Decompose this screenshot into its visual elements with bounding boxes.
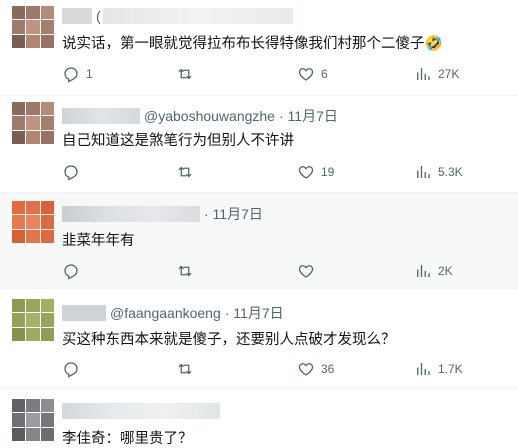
author-row: @faangaankoeng · 11月7日 — [62, 303, 284, 323]
like-button[interactable]: 36 — [297, 359, 334, 379]
views-bar-icon — [417, 363, 430, 375]
tweet-date[interactable]: · 11月7日 — [204, 204, 263, 224]
blurred-display-name — [62, 403, 220, 419]
reply-button[interactable] — [62, 359, 86, 379]
like-button[interactable] — [297, 261, 321, 281]
blurred-display-name — [62, 8, 92, 24]
reply-count: 1 — [86, 67, 93, 81]
avatar[interactable] — [12, 6, 54, 48]
heart-icon — [298, 166, 314, 179]
heart-icon — [298, 363, 314, 376]
reply-5[interactable]: 李佳奇：哪里贵了？ — [0, 389, 518, 448]
reply-2[interactable]: @yaboshouwangzhe · 11月7日 自己知道这是煞笔行为但别人不许… — [0, 96, 518, 193]
retweet-button[interactable] — [176, 162, 200, 182]
like-count: 36 — [321, 362, 335, 376]
views-bar-icon — [417, 166, 430, 178]
avatar[interactable] — [12, 201, 54, 243]
reply-bubble-icon — [64, 67, 78, 83]
handle-prefix: ( — [96, 8, 101, 24]
reply-3[interactable]: · 11月7日 韭菜年年有 2K — [0, 193, 518, 289]
heart-icon — [298, 265, 314, 278]
reply-4[interactable]: @faangaankoeng · 11月7日 买这种东西本来就是傻子，还要别人点… — [0, 289, 518, 389]
action-bar: 19 5.3K — [62, 162, 472, 182]
retweet-button[interactable] — [176, 359, 200, 379]
blurred-display-name — [62, 206, 200, 222]
views-bar-icon — [417, 68, 430, 80]
tweet-text: 李佳奇：哪里贵了？ — [62, 431, 193, 447]
action-bar: 36 1.7K — [62, 359, 472, 379]
tweet-text: 说实话，第一眼就觉得拉布布长得特像我们村那个二傻子🤣 — [62, 36, 443, 52]
reply-button[interactable] — [62, 162, 86, 182]
author-row — [62, 401, 224, 421]
reply-bubble-icon — [64, 165, 78, 181]
retweet-icon — [178, 265, 192, 277]
reply-bubble-icon — [64, 264, 78, 280]
avatar[interactable] — [12, 399, 54, 441]
reply-button[interactable]: 1 — [62, 64, 93, 84]
views-count: 1.7K — [438, 362, 463, 376]
blurred-display-name — [62, 305, 106, 321]
like-count: 6 — [321, 67, 328, 81]
author-row: ( — [62, 6, 297, 26]
avatar[interactable] — [12, 102, 54, 144]
reply-button[interactable] — [62, 261, 86, 281]
tweet-date[interactable]: · 11月7日 — [225, 303, 284, 323]
tweet-text: 买这种东西本来就是傻子，还要别人点破才发现么？ — [62, 332, 396, 348]
retweet-icon — [178, 363, 192, 375]
user-handle[interactable]: @faangaankoeng — [110, 305, 221, 321]
blurred-display-name — [62, 108, 140, 124]
heart-icon — [298, 68, 314, 81]
action-bar: 1 6 27K — [62, 64, 472, 84]
views-bar-icon — [417, 265, 430, 277]
views-count: 2K — [438, 264, 453, 278]
reply-bubble-icon — [64, 362, 78, 378]
retweet-button[interactable] — [176, 64, 200, 84]
retweet-icon — [178, 166, 192, 178]
like-count: 19 — [321, 165, 335, 179]
author-row: · 11月7日 — [62, 204, 263, 224]
avatar[interactable] — [12, 299, 54, 341]
views-button[interactable]: 2K — [414, 261, 453, 281]
retweet-button[interactable] — [176, 261, 200, 281]
retweet-icon — [178, 68, 192, 80]
blurred-handle — [102, 8, 293, 24]
action-bar: 2K — [62, 261, 472, 281]
like-button[interactable]: 6 — [297, 64, 328, 84]
author-row: @yaboshouwangzhe · 11月7日 — [62, 106, 338, 126]
views-button[interactable]: 27K — [414, 64, 459, 84]
tweet-date[interactable]: · 11月7日 — [279, 106, 338, 126]
tweet-text: 自己知道这是煞笔行为但别人不许讲 — [62, 133, 294, 149]
views-button[interactable]: 5.3K — [414, 162, 463, 182]
views-count: 27K — [438, 67, 460, 81]
tweet-text: 韭菜年年有 — [62, 233, 135, 249]
views-count: 5.3K — [438, 165, 463, 179]
like-button[interactable]: 19 — [297, 162, 334, 182]
views-button[interactable]: 1.7K — [414, 359, 463, 379]
user-handle[interactable]: @yaboshouwangzhe — [144, 108, 275, 124]
reply-1[interactable]: ( 说实话，第一眼就觉得拉布布长得特像我们村那个二傻子🤣 1 6 27K — [0, 0, 518, 96]
